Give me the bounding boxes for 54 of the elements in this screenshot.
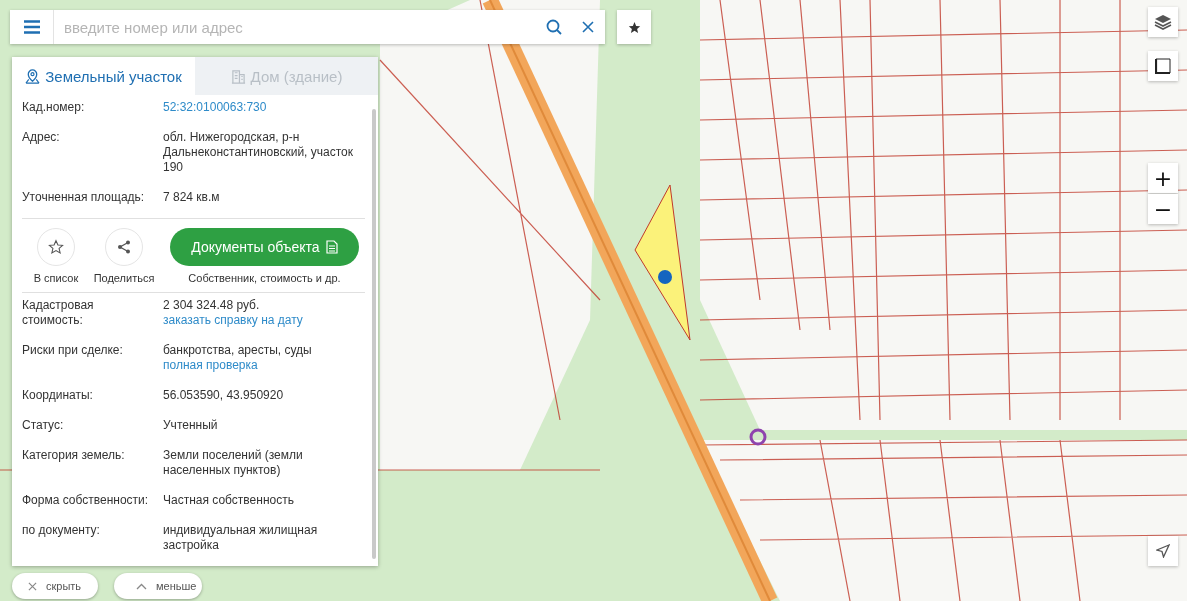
add-to-list-label: В список (33, 272, 79, 284)
field-value: 7 824 кв.м (163, 190, 221, 205)
hide-button[interactable]: скрыть (12, 573, 98, 599)
field-label: Категория земель: (22, 448, 126, 464)
field-label: Форма собственности: (22, 493, 150, 508)
star-icon (48, 239, 64, 255)
field-label: Риски при сделке: (22, 343, 124, 359)
close-icon (582, 21, 594, 33)
measure-button[interactable] (1148, 51, 1178, 81)
documents-caption: Собственник, стоимость и др. (188, 272, 341, 284)
favorites-button[interactable] (617, 10, 651, 44)
layers-icon (1154, 13, 1172, 31)
field-label: Статус: (22, 418, 65, 433)
field-label: Координаты: (22, 388, 94, 403)
share-button[interactable] (105, 228, 143, 266)
building-icon (230, 68, 246, 84)
add-to-list-button[interactable] (37, 228, 75, 266)
tab[interactable]: Земельный участок (12, 57, 195, 95)
locate-button[interactable] (1148, 536, 1178, 566)
search-icon (546, 19, 562, 35)
field-value: Частная собственность (163, 493, 295, 508)
zoom-in-button[interactable]: + (1148, 163, 1178, 193)
star-icon (627, 20, 641, 34)
field-label: Кад.номер: (22, 100, 86, 115)
ruler-icon (1155, 58, 1171, 74)
map-pin-icon (25, 68, 41, 84)
field-label: по документу: (22, 523, 101, 539)
field-label: Уточненная площадь: (22, 190, 146, 205)
field-value: банкротства, аресты, суды (163, 343, 313, 358)
zoom-out-button[interactable]: − (1148, 194, 1178, 224)
field-value: 2 304 324.48 руб. (163, 298, 261, 313)
scrollbar[interactable] (372, 109, 376, 559)
share-label: Поделиться (93, 272, 155, 284)
documents-button[interactable]: Документы объекта (170, 228, 359, 266)
link[interactable]: полная проверка (163, 358, 363, 373)
menu-icon (23, 20, 40, 34)
cadastral-number-link[interactable]: 52:32:0100063:730 (163, 100, 363, 115)
field-value: обл. Нижегородская, р-н Дальнеконстантиновский, участок 190 (163, 130, 354, 175)
search-field[interactable]: введите номер или адрес (10, 10, 605, 44)
navigation-arrow-icon (1156, 544, 1170, 558)
field-value: индивидуальная жилищная застройка (163, 523, 319, 553)
share-icon (117, 240, 131, 254)
field-value: Земли поселений (земли населенных пунктов) (163, 448, 304, 478)
layers-button[interactable] (1148, 7, 1178, 37)
chevron-up-icon (136, 582, 147, 590)
document-icon (325, 240, 338, 254)
field-value: 56.053590, 43.950920 (163, 388, 285, 403)
link[interactable]: заказать справку на дату (163, 313, 363, 328)
collapse-button[interactable]: меньше (114, 573, 202, 599)
field-value: Учтенный (163, 418, 219, 433)
menu-button[interactable] (10, 10, 54, 44)
close-icon (28, 581, 37, 591)
field-label: Кадастровая стоимость: (22, 298, 95, 328)
field-label: Адрес: (22, 130, 61, 146)
